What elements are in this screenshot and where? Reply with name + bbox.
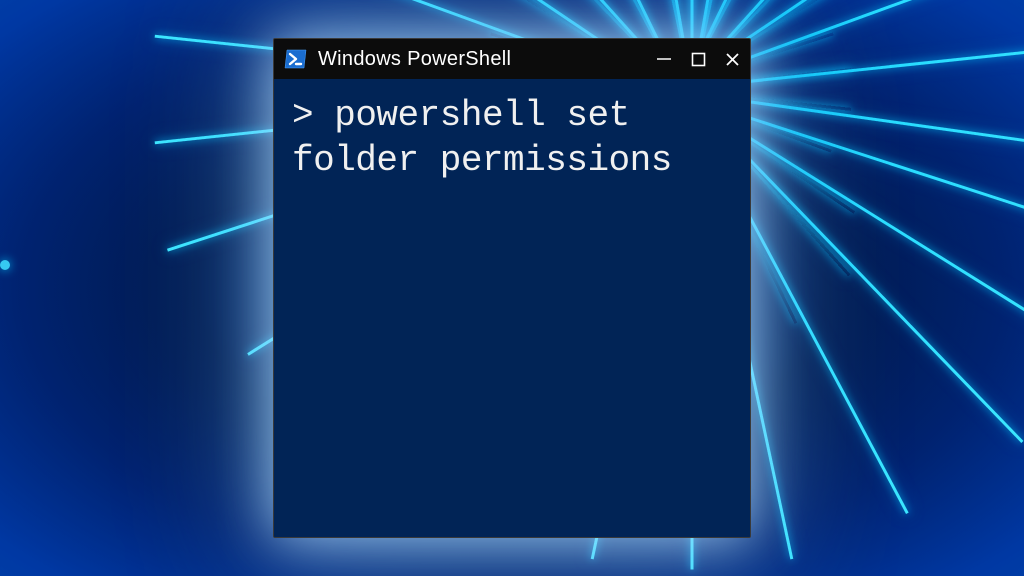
close-button[interactable] [722, 49, 742, 69]
window-controls [654, 49, 742, 69]
command-text: powershell set folder permissions [292, 95, 672, 181]
terminal-body[interactable]: > powershell set folder permissions [274, 79, 750, 537]
window-title: Windows PowerShell [318, 48, 644, 71]
powershell-icon [284, 47, 308, 71]
prompt-symbol: > [292, 95, 334, 136]
window-titlebar[interactable]: Windows PowerShell [274, 39, 750, 79]
maximize-button[interactable] [688, 49, 708, 69]
minimize-button[interactable] [654, 49, 674, 69]
powershell-window: Windows PowerShell > powershell set fold… [273, 38, 751, 538]
powershell-window-glow: Windows PowerShell > powershell set fold… [273, 38, 751, 538]
